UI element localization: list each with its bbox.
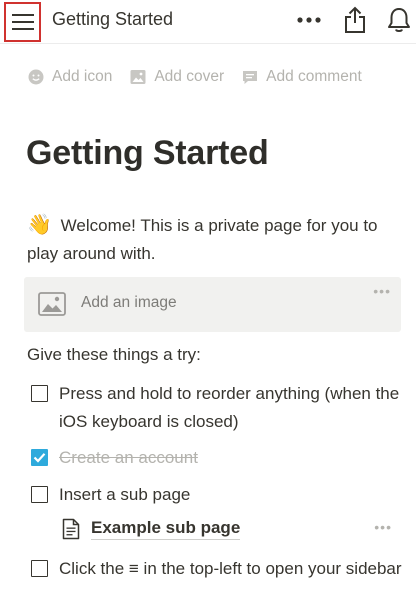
add-cover-button[interactable]: Add cover — [130, 68, 224, 86]
example-sub-page-link[interactable]: Example sub page ••• — [62, 517, 402, 540]
todo-checkbox[interactable] — [31, 385, 48, 402]
add-icon-button[interactable]: Add icon — [28, 68, 112, 86]
checkmark-icon — [33, 453, 46, 463]
more-button[interactable] — [294, 5, 324, 35]
bell-icon — [388, 8, 410, 32]
smiley-icon — [28, 69, 44, 85]
page-title[interactable]: Getting Started — [26, 134, 269, 173]
hamburger-menu-icon — [11, 14, 34, 30]
todo-item: Press and hold to reorder anything (when… — [31, 380, 406, 436]
image-placeholder-icon — [38, 292, 66, 316]
block-menu-button[interactable]: ••• — [373, 283, 391, 299]
todo-item: Click the ≡ in the top-left to open your… — [31, 555, 406, 583]
sub-page-label: Example sub page — [91, 517, 241, 540]
todo-item: Create an account — [31, 444, 406, 472]
welcome-text: Welcome! This is a private page for you … — [27, 216, 378, 263]
page-actions: Add icon Add cover Add comment — [28, 68, 362, 86]
share-icon — [345, 6, 365, 33]
try-prompt[interactable]: Give these things a try: — [27, 345, 201, 365]
add-image-block[interactable]: Add an image ••• — [24, 277, 401, 332]
todo-item: Insert a sub page — [31, 481, 406, 509]
add-comment-button[interactable]: Add comment — [242, 68, 362, 86]
add-comment-label: Add comment — [266, 68, 362, 85]
todo-text[interactable]: Click the ≡ in the top-left to open your… — [59, 555, 402, 583]
add-icon-label: Add icon — [52, 68, 113, 85]
menu-button[interactable] — [4, 2, 41, 42]
todo-text[interactable]: Press and hold to reorder anything (when… — [59, 380, 406, 436]
share-button[interactable] — [340, 5, 370, 35]
top-bar: Getting Started — [0, 0, 416, 44]
page-icon — [62, 518, 80, 539]
todo-checkbox-checked[interactable] — [31, 449, 48, 466]
add-cover-label: Add cover — [154, 68, 225, 85]
waving-hand-emoji: 👋 — [27, 214, 52, 236]
add-image-label: Add an image — [81, 294, 177, 311]
welcome-paragraph[interactable]: 👋 Welcome! This is a private page for yo… — [27, 211, 407, 268]
block-menu-button[interactable]: ••• — [374, 519, 392, 535]
more-horizontal-icon — [297, 17, 321, 23]
todo-checkbox[interactable] — [31, 560, 48, 577]
todo-text[interactable]: Create an account — [59, 444, 198, 472]
todo-text[interactable]: Insert a sub page — [59, 481, 190, 509]
notifications-button[interactable] — [384, 5, 414, 35]
comment-icon — [243, 71, 258, 84]
image-icon — [130, 70, 146, 84]
topbar-title: Getting Started — [52, 9, 174, 29]
todo-checkbox[interactable] — [31, 486, 48, 503]
